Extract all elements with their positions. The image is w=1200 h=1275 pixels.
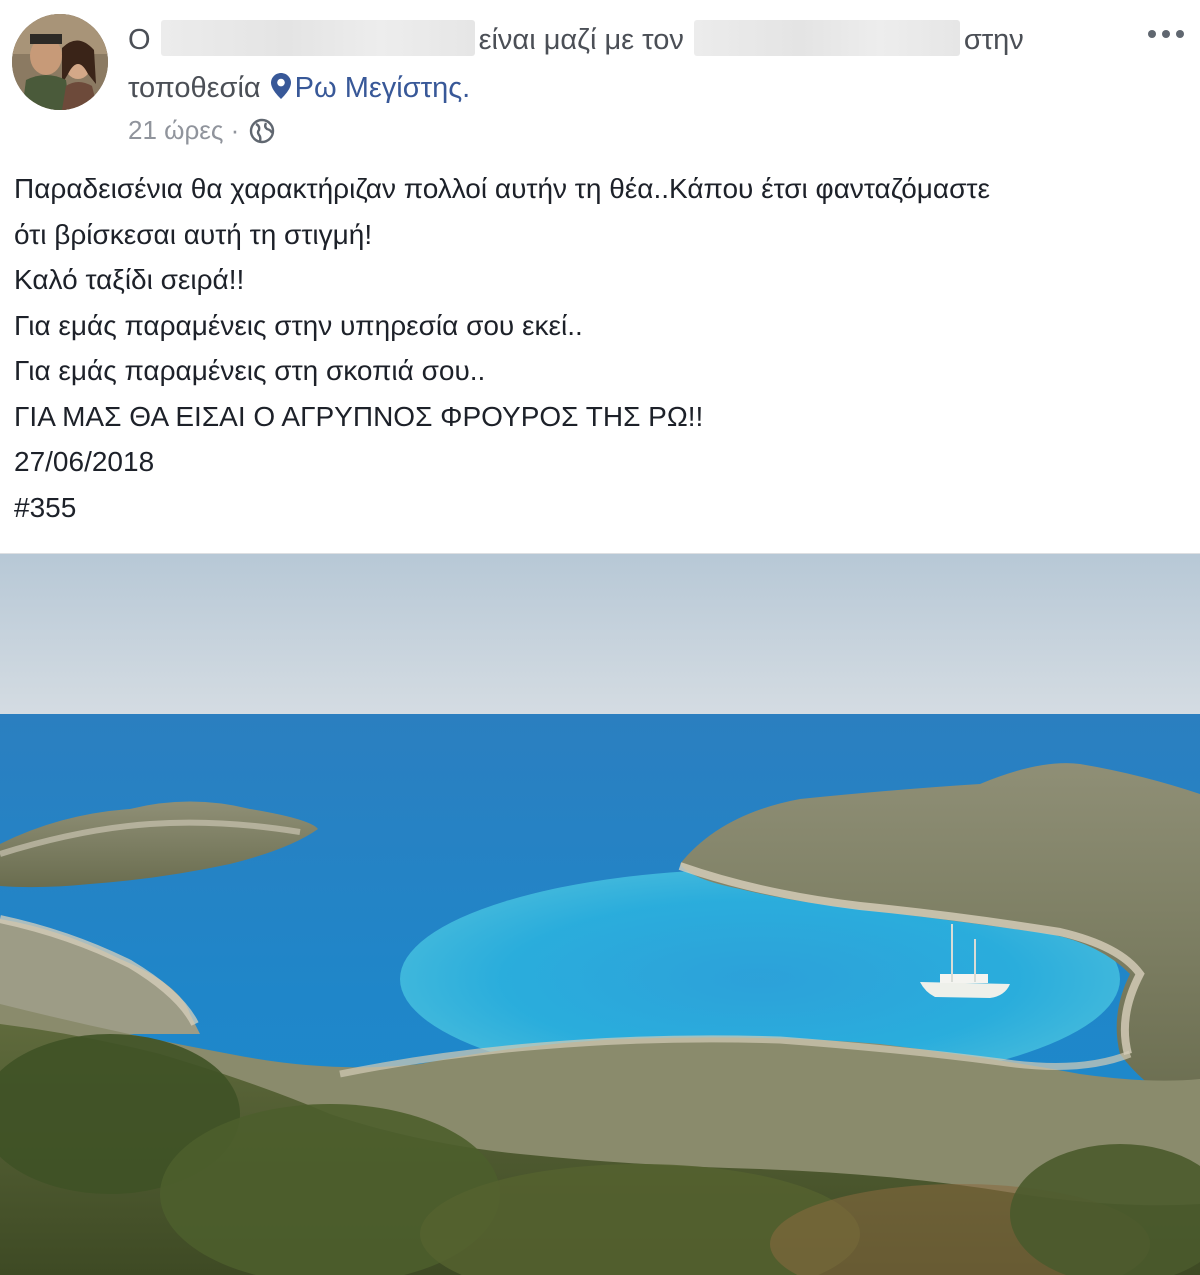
location-pin-icon: [270, 68, 291, 112]
more-dot: [1162, 30, 1170, 38]
tagged-name-redacted[interactable]: [693, 20, 960, 57]
globe-icon[interactable]: [249, 117, 275, 153]
post-body: Παραδεισένια θα χαρακτήριζαν πολλοί αυτή…: [14, 166, 1190, 530]
more-dot: [1148, 30, 1156, 38]
post-date-line: 27/06/2018: [14, 446, 155, 477]
post-meta: 21 ώρες ·: [128, 112, 275, 148]
bay-landscape-photo: [0, 554, 1200, 1275]
location-line: τοποθεσία Ρω Μεγίστης.: [128, 66, 470, 110]
author-name-redacted[interactable]: [160, 20, 475, 57]
facebook-post: Οείναι μαζί με τον στην τοποθεσία Ρω Μεγίσ…: [0, 0, 1200, 1275]
post-photo[interactable]: [0, 553, 1200, 1275]
post-text-line: Για εμάς παραμένεις στη σκοπιά σου..: [14, 355, 486, 386]
author-prefix: Ο: [128, 24, 151, 56]
post-header: Οείναι μαζί με τον στην τοποθεσία Ρω Μεγίσ…: [0, 0, 1200, 150]
more-options-icon[interactable]: [1144, 22, 1188, 46]
post-title-line: Οείναι μαζί με τον στην: [128, 18, 1024, 62]
location-prefix: τοποθεσία: [128, 72, 261, 104]
post-text-line: Για εμάς παραμένεις στην υπηρεσία σου εκ…: [14, 309, 583, 341]
post-text-line: ΓΙΑ ΜΑΣ ΘΑ ΕΙΣΑΙ Ο ΑΓΡΥΠΝΟΣ ΦΡΟΥΡΟΣ ΤΗΣ …: [14, 400, 704, 432]
post-text-line: ότι βρίσκεσαι αυτή τη στιγμή!: [14, 218, 373, 250]
post-text-line: Καλό ταξίδι σειρά!!: [14, 264, 245, 295]
with-text: είναι μαζί με τον: [478, 24, 684, 56]
at-text: στην: [963, 24, 1024, 56]
post-timestamp[interactable]: 21 ώρες: [128, 115, 223, 145]
location-link[interactable]: Ρω Μεγίστης.: [295, 72, 471, 104]
post-hashtag-line[interactable]: #355: [14, 485, 1190, 531]
more-dot: [1176, 30, 1184, 38]
avatar[interactable]: [12, 14, 108, 110]
post-text-line: Παραδεισένια θα χαρακτήριζαν πολλοί αυτή…: [14, 173, 990, 204]
meta-separator: ·: [230, 115, 240, 145]
